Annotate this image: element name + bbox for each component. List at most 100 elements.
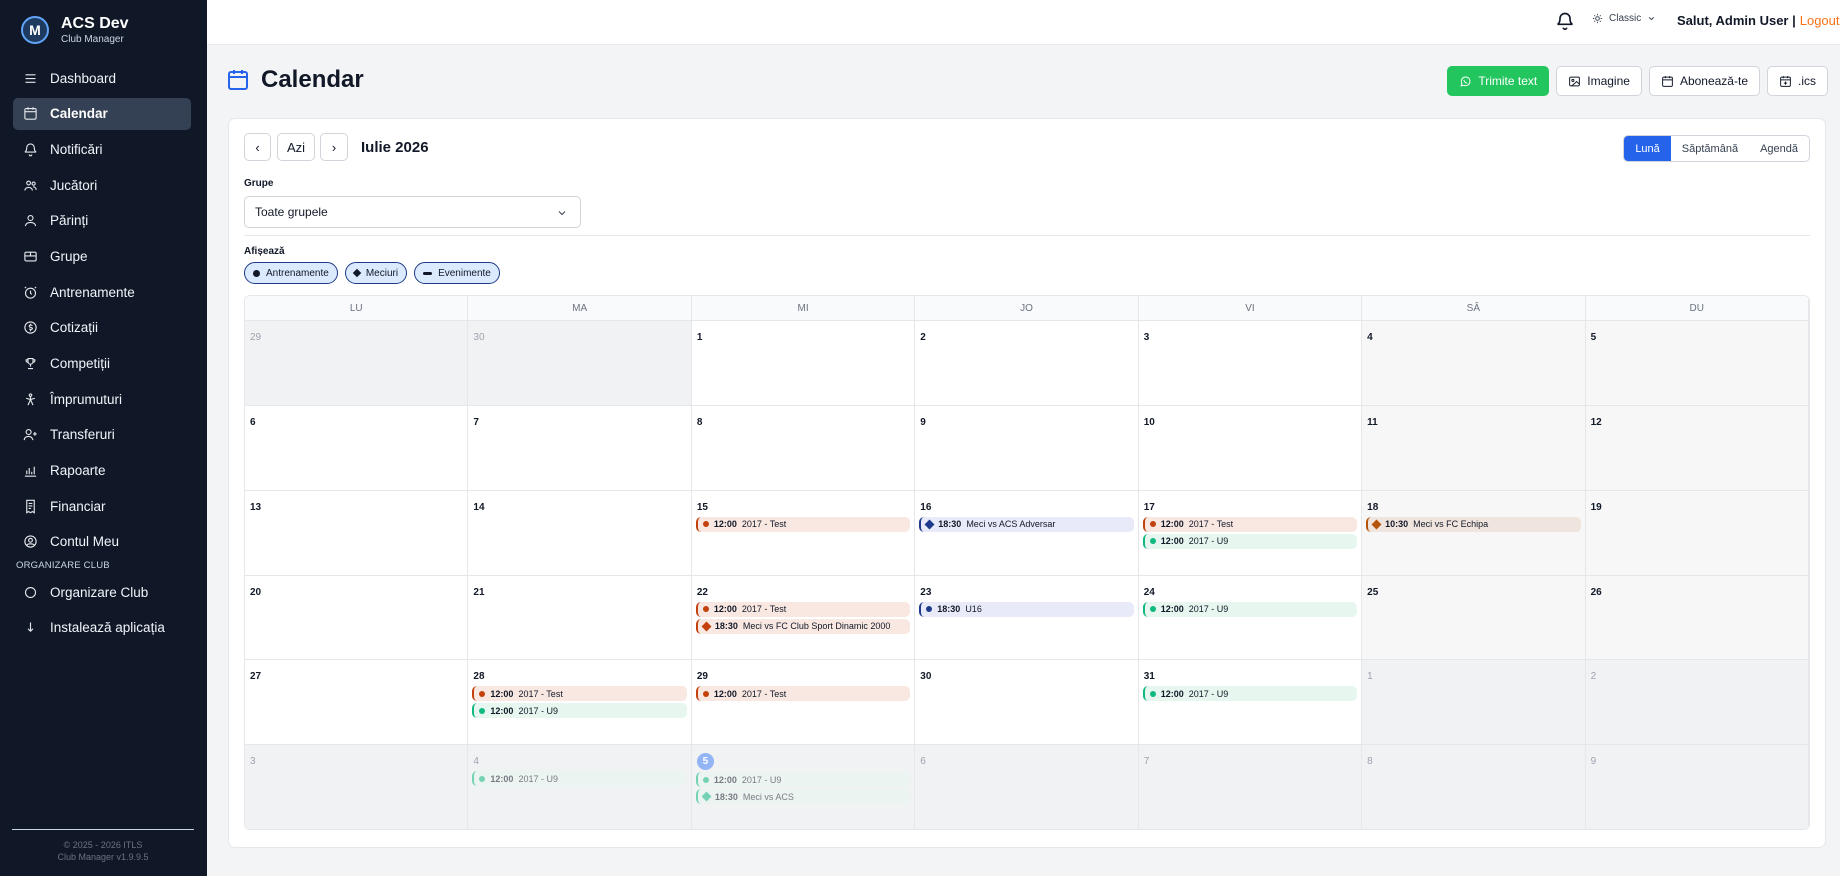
prev-month-button[interactable]: ‹ xyxy=(244,133,271,161)
calendar-event[interactable]: 12:00 2017 - U9 xyxy=(1142,686,1358,702)
day-cell[interactable]: 19 xyxy=(1585,490,1809,576)
sidebar-item-financiar[interactable]: Financiar xyxy=(13,490,191,522)
sidebar-item-organizare-club[interactable]: Organizare Club xyxy=(13,576,191,608)
logout-link[interactable]: Logout xyxy=(1800,13,1840,28)
event-dot-icon xyxy=(702,521,709,528)
view-luna-button[interactable]: Lună xyxy=(1624,136,1671,161)
day-cell[interactable]: 4 xyxy=(1362,321,1586,406)
day-cell[interactable]: 26 xyxy=(1585,575,1809,661)
day-cell[interactable]: 8 xyxy=(691,405,916,491)
calendar-event[interactable]: 18:30 Meci vs FC Club Sport Dinamic 2000 xyxy=(695,618,911,634)
aboneaza-te-button[interactable]: Abonează-te xyxy=(1648,66,1760,96)
day-cell[interactable]: 28 12:00 2017 - Test 12:00 2017 - U9 xyxy=(468,660,692,746)
day-cell[interactable]: 2 xyxy=(915,321,1139,406)
sidebar-item-label: Organizare Club xyxy=(50,584,149,600)
sidebar-item-imprumuturi[interactable]: Împrumuturi xyxy=(13,383,191,415)
filter-antrenamente-chip[interactable]: Antrenamente xyxy=(244,262,338,284)
sidebar-item-transferuri[interactable]: Transferuri xyxy=(13,419,191,451)
calendar-event[interactable]: 12:00 2017 - Test xyxy=(695,601,911,617)
trimite-text-button[interactable]: Trimite text xyxy=(1447,66,1550,96)
day-cell[interactable]: 3 xyxy=(245,745,469,829)
filter-evenimente-chip[interactable]: Evenimente xyxy=(414,262,500,284)
day-cell[interactable]: 6 xyxy=(915,745,1139,829)
day-cell[interactable]: 24 12:00 2017 - U9 xyxy=(1138,575,1363,661)
day-cell[interactable]: 4 12:00 2017 - U9 xyxy=(468,745,692,829)
today-button[interactable]: Azi xyxy=(277,133,315,161)
day-cell[interactable]: 7 xyxy=(468,405,692,491)
day-cell[interactable]: 21 xyxy=(468,575,692,661)
calendar-event[interactable]: 12:00 2017 - Test xyxy=(695,686,911,702)
day-cell[interactable]: 16 18:30 Meci vs ACS Adversar xyxy=(915,490,1139,576)
notifications-bell-icon[interactable] xyxy=(1555,11,1575,31)
sidebar-item-dashboard[interactable]: Dashboard xyxy=(13,62,191,94)
day-cell[interactable]: 10 xyxy=(1138,405,1363,491)
calendar-event[interactable]: 12:00 2017 - U9 xyxy=(472,771,687,787)
day-cell[interactable]: 29 xyxy=(245,321,469,406)
day-cell[interactable]: 1 xyxy=(1362,660,1586,746)
sidebar-item-rapoarte[interactable]: Rapoarte xyxy=(13,455,191,487)
day-cell[interactable]: 14 xyxy=(468,490,692,576)
sidebar-item-notificari[interactable]: Notificări xyxy=(13,133,191,165)
day-cell[interactable]: 30 xyxy=(468,321,692,406)
day-cell[interactable]: 5 xyxy=(1585,321,1809,406)
imagine-button[interactable]: Imagine xyxy=(1556,66,1642,96)
day-cell[interactable]: 17 12:00 2017 - Test 12:00 2017 - U9 xyxy=(1138,490,1363,576)
calendar-event[interactable]: 12:00 2017 - U9 xyxy=(695,772,911,788)
groups-select[interactable]: Toate grupele xyxy=(244,196,581,228)
calendar-event[interactable]: 18:30 Meci vs ACS Adversar xyxy=(919,516,1134,532)
filter-meciuri-chip[interactable]: Meciuri xyxy=(344,262,408,284)
sidebar-item-cotizatii[interactable]: Cotizații xyxy=(13,312,191,344)
day-cell[interactable]: 27 xyxy=(245,660,469,746)
day-cell[interactable]: 12 xyxy=(1585,405,1809,491)
day-cell[interactable]: 6 xyxy=(245,405,469,491)
day-cell[interactable]: 5 12:00 2017 - U9 18:30 Meci vs ACS xyxy=(691,745,916,829)
day-cell[interactable]: 23 18:30 U16 xyxy=(915,575,1139,661)
calendar-event[interactable]: 12:00 2017 - Test xyxy=(1142,516,1358,532)
sidebar-item-parinti[interactable]: Părinți xyxy=(13,205,191,237)
brand[interactable]: M ACS Dev Club Manager xyxy=(21,14,129,46)
day-cell[interactable]: 13 xyxy=(245,490,469,576)
next-month-button[interactable]: › xyxy=(320,133,348,161)
calendar-event[interactable]: 12:00 2017 - U9 xyxy=(1142,533,1358,549)
calendar-event[interactable]: 12:00 2017 - Test xyxy=(472,686,687,702)
sidebar-item-instaleaza-aplicatia[interactable]: Instalează aplicația xyxy=(13,612,191,644)
calendar-event[interactable]: 10:30 Meci vs FC Echipa xyxy=(1366,516,1581,532)
view-agenda-button[interactable]: Agendă xyxy=(1749,136,1809,161)
sidebar-item-jucatori[interactable]: Jucători xyxy=(13,169,191,201)
day-number: 31 xyxy=(1143,671,1155,683)
day-cell[interactable]: 20 xyxy=(245,575,469,661)
weekday-header: LU MA MI JO VI SÂ DU xyxy=(245,296,1809,321)
calendar-event[interactable]: 18:30 Meci vs ACS xyxy=(695,789,911,805)
day-cell[interactable]: 1 xyxy=(691,321,916,406)
calendar-event[interactable]: 18:30 U16 xyxy=(919,601,1134,617)
ics-button[interactable]: .ics xyxy=(1767,66,1828,96)
calendar-event[interactable]: 12:00 2017 - U9 xyxy=(1142,601,1358,617)
calendar-event[interactable]: 12:00 2017 - U9 xyxy=(472,703,687,719)
day-cell[interactable]: 2 xyxy=(1585,660,1809,746)
day-cell[interactable]: 22 12:00 2017 - Test 18:30 Meci vs FC Club S… xyxy=(691,575,916,661)
sidebar-item-contul-meu[interactable]: Contul Meu xyxy=(13,526,191,558)
day-cell[interactable]: 11 xyxy=(1362,405,1586,491)
sidebar-item-competitii[interactable]: Competiții xyxy=(13,348,191,380)
day-number: 29 xyxy=(696,671,708,683)
calendar-event[interactable]: 12:00 2017 - Test xyxy=(695,516,911,532)
sidebar-item-grupe[interactable]: Grupe xyxy=(13,240,191,272)
day-cell[interactable]: 25 xyxy=(1362,575,1586,661)
day-cell[interactable]: 30 xyxy=(915,660,1139,746)
day-cell[interactable]: 7 xyxy=(1138,745,1363,829)
sidebar-item-calendar[interactable]: Calendar xyxy=(13,97,191,130)
sidebar-item-antrenamente[interactable]: Antrenamente xyxy=(13,276,191,308)
day-cell[interactable]: 31 12:00 2017 - U9 xyxy=(1138,660,1363,746)
day-cell[interactable]: 15 12:00 2017 - Test xyxy=(691,490,916,576)
day-cell[interactable]: 9 xyxy=(1585,745,1809,829)
match-diamond-icon xyxy=(701,621,712,631)
view-saptamana-button[interactable]: Săptămână xyxy=(1671,136,1749,161)
theme-selector[interactable]: Classic xyxy=(1592,13,1656,24)
day-cell[interactable]: 8 xyxy=(1362,745,1586,829)
day-cell[interactable]: 9 xyxy=(915,405,1139,491)
day-cell[interactable]: 18 10:30 Meci vs FC Echipa xyxy=(1362,490,1586,576)
day-cell[interactable]: 3 xyxy=(1138,321,1363,406)
calendar-icon xyxy=(228,70,248,90)
day-cell[interactable]: 29 12:00 2017 - Test xyxy=(691,660,916,746)
nav-section-label: ORGANIZARE CLUB xyxy=(16,560,110,571)
